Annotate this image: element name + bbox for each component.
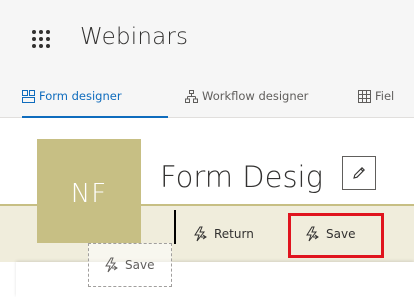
return-label: Return: [214, 227, 254, 241]
form-designer-icon: [22, 89, 35, 103]
form-avatar: NF: [37, 139, 141, 243]
insertion-marker: [174, 210, 176, 244]
app-title: Webinars: [80, 24, 189, 50]
tab-label: Fiel: [375, 89, 395, 103]
dragged-save-label: Save: [125, 258, 155, 272]
tab-label: Form designer: [39, 89, 122, 103]
waffle-menu-icon[interactable]: [32, 30, 50, 48]
fields-icon: [358, 89, 371, 103]
save-button-highlight: [288, 213, 384, 258]
dragged-save-button[interactable]: Save: [88, 243, 172, 287]
flash-icon: [105, 257, 118, 273]
avatar-initials: NF: [70, 179, 108, 209]
flash-icon: [194, 226, 207, 242]
tab-fields[interactable]: Fiel: [358, 86, 394, 106]
workflow-icon: [185, 89, 198, 103]
pencil-icon: [353, 167, 365, 179]
app-header-bar: Webinars: [0, 0, 414, 72]
designer-tab-bar: Form designer Workflow designer Fiel: [0, 72, 414, 118]
edit-title-button[interactable]: [342, 156, 376, 190]
return-button[interactable]: Return: [192, 226, 254, 242]
form-canvas: [16, 262, 414, 297]
tab-label: Workflow designer: [202, 89, 309, 103]
tab-workflow-designer[interactable]: Workflow designer: [185, 86, 308, 106]
form-title: Form Desig: [160, 160, 324, 194]
tab-form-designer[interactable]: Form designer: [22, 86, 122, 106]
